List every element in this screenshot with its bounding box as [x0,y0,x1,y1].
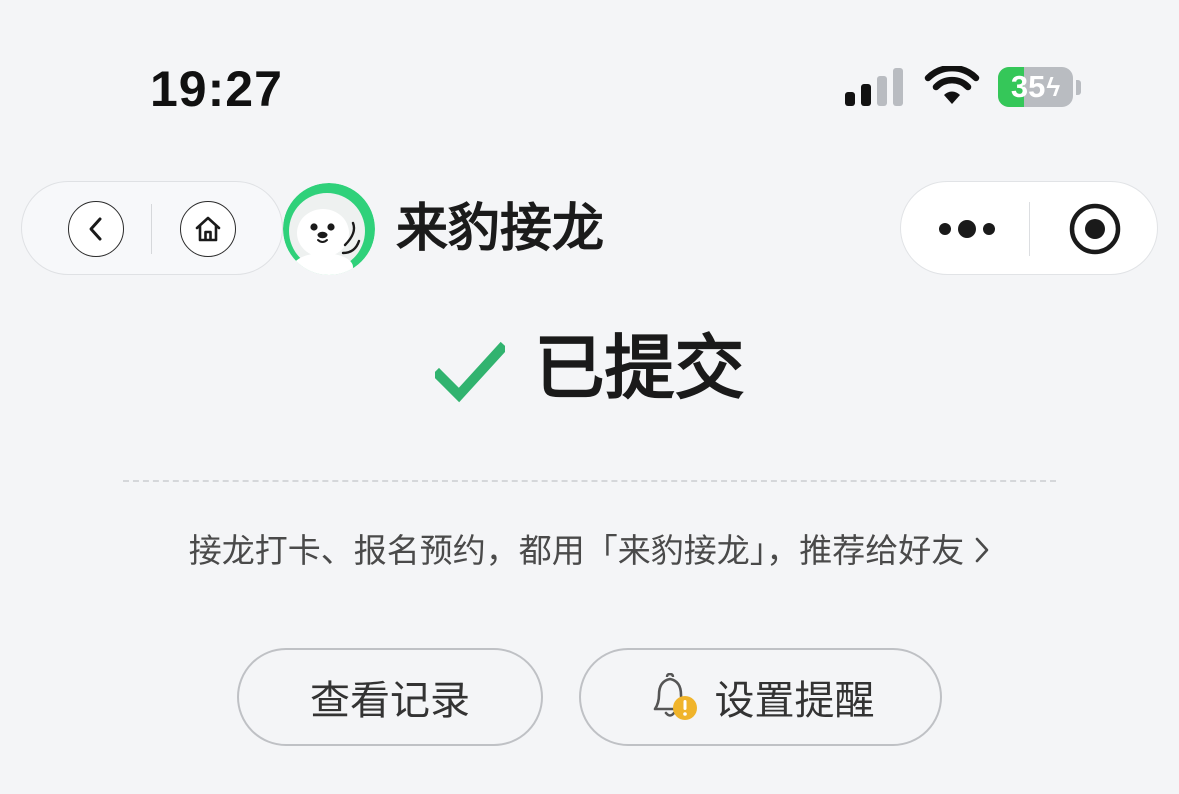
bell-warning-icon [653,673,697,720]
set-reminder-label: 设置提醒 [714,678,875,724]
view-records-button[interactable]: 查看记录 [237,648,543,746]
status-bar: 19:27 35 ϟ [0,0,1179,140]
check-icon [434,341,505,403]
view-records-label: 查看记录 [310,678,470,724]
app-logo [283,183,375,275]
chevron-left-icon [89,217,102,241]
signal-icon [845,68,903,106]
recommend-text: 接龙打卡、报名预约，都用「来豹接龙」，推荐给好友 [188,531,965,570]
menu-divider [1029,202,1030,256]
dashed-divider [123,480,1056,482]
back-button[interactable] [68,201,124,257]
menu-capsule [900,181,1158,275]
nav-capsule [21,181,283,275]
battery-icon: 35 ϟ [998,67,1073,107]
wifi-icon [924,66,980,104]
submitted-status: 已提交 [0,318,1179,418]
nav-divider [151,204,152,254]
submitted-text: 已提交 [534,327,745,409]
chevron-right-icon [975,537,989,562]
seal-mascot-logo [283,183,375,275]
battery-level: 35 [1010,69,1046,104]
battery-tip [1076,80,1081,95]
record-circle-icon[interactable] [1068,202,1122,256]
charging-bolt-icon: ϟ [1046,71,1061,102]
set-reminder-button[interactable]: 设置提醒 [579,648,942,746]
home-button[interactable] [180,201,236,257]
recommend-link[interactable]: 接龙打卡、报名预约，都用「来豹接龙」，推荐给好友 [0,520,1179,576]
app-title: 来豹接龙 [396,199,605,259]
more-dots-icon[interactable] [937,215,997,243]
status-time: 19:27 [150,61,283,117]
home-icon [195,216,221,242]
